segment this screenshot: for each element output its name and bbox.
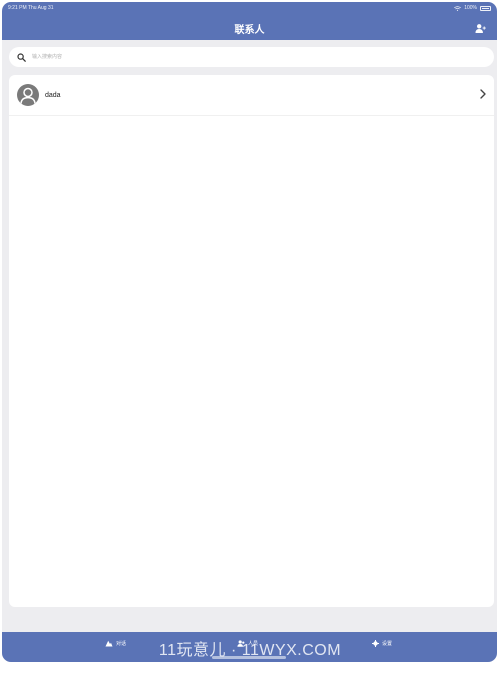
contact-name: dada bbox=[45, 91, 61, 99]
search-bar[interactable] bbox=[9, 47, 494, 67]
navigation-bar: 9:21 PM Thu Aug 31 100% 联系人 bbox=[2, 2, 497, 40]
search-icon bbox=[17, 52, 26, 62]
wifi-icon bbox=[454, 5, 462, 11]
page-title: 联系人 bbox=[234, 25, 265, 36]
watermark: 11玩意儿 · 11WYX.COM bbox=[158, 642, 342, 659]
app-window: 9:21 PM Thu Aug 31 100% 联系人 输入搜索内容 dada … bbox=[2, 2, 497, 662]
status-date: Thu Aug 31 bbox=[27, 5, 54, 11]
avatar bbox=[17, 84, 39, 106]
add-contact-icon[interactable] bbox=[475, 23, 486, 34]
contact-list: dada bbox=[9, 75, 494, 607]
search-input[interactable] bbox=[30, 53, 454, 61]
chevron-right-icon bbox=[480, 89, 486, 99]
list-item[interactable]: dada bbox=[9, 75, 494, 116]
status-indicators: 100% bbox=[454, 5, 491, 11]
status-time: 9:21 PM Thu Aug 31 bbox=[8, 5, 54, 11]
person-icon bbox=[20, 87, 36, 104]
battery-icon bbox=[480, 5, 491, 11]
battery-percent: 100% bbox=[464, 5, 477, 11]
status-clock: 9:21 PM bbox=[8, 5, 27, 11]
